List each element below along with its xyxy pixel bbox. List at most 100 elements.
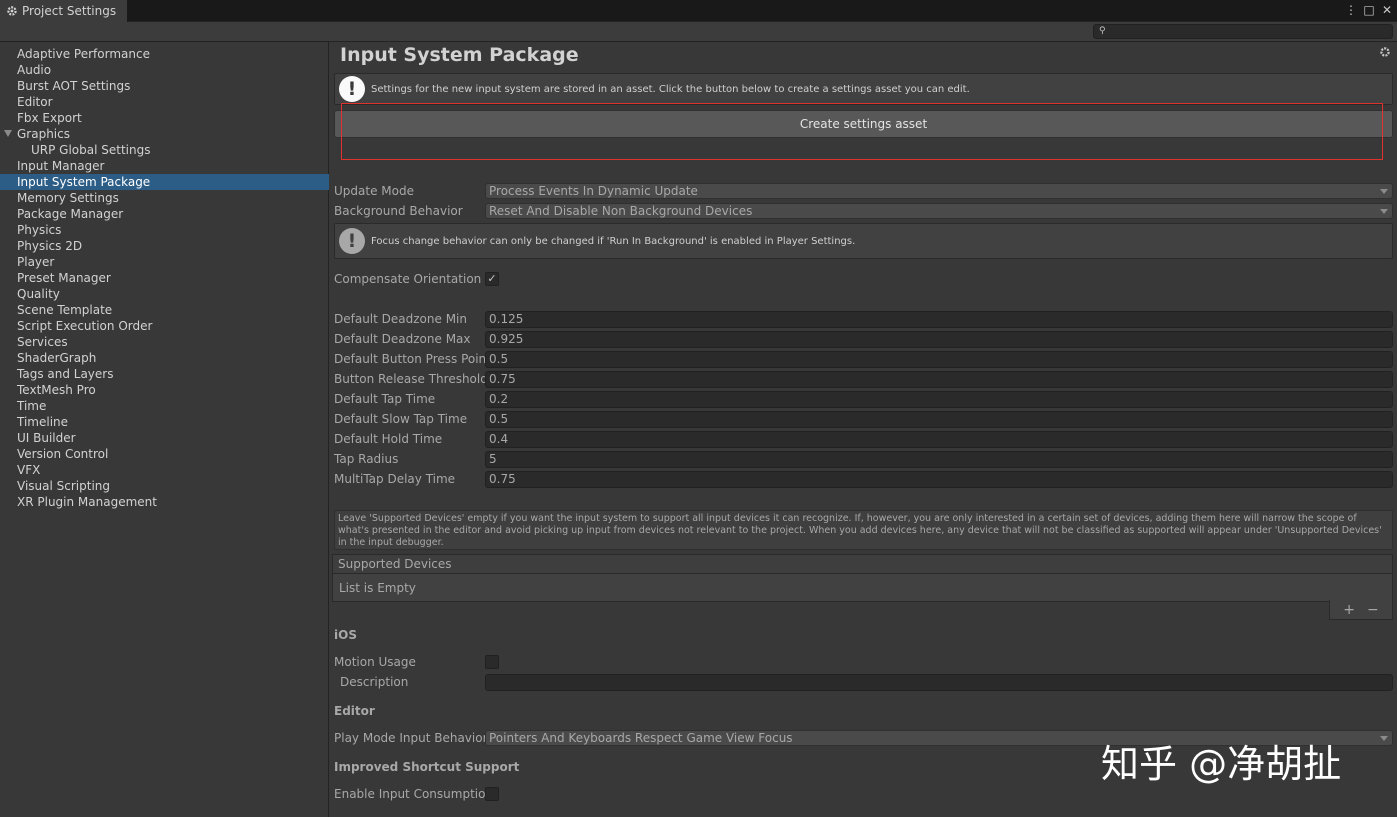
update-mode-label: Update Mode bbox=[334, 184, 414, 198]
background-behavior-dropdown[interactable]: Reset And Disable Non Background Devices bbox=[485, 203, 1393, 219]
warning-icon: ! bbox=[339, 228, 365, 254]
default-button-press-point-field[interactable]: 0.5 bbox=[485, 351, 1393, 368]
enable-input-consumption-label: Enable Input Consumption bbox=[334, 787, 494, 801]
toolbar: ⚲ bbox=[0, 22, 1397, 42]
sidebar-item-quality[interactable]: Quality bbox=[0, 286, 329, 302]
button-release-threshold-label: Button Release Threshold bbox=[334, 372, 488, 386]
create-settings-asset-button[interactable]: Create settings asset bbox=[334, 110, 1393, 138]
default-deadzone-min-field[interactable]: 0.125 bbox=[485, 311, 1393, 328]
default-button-press-point-label: Default Button Press Point bbox=[334, 352, 491, 366]
tab-project-settings[interactable]: Project Settings bbox=[0, 0, 128, 22]
sidebar-item-services[interactable]: Services bbox=[0, 334, 329, 350]
sidebar-item-tags-and-layers[interactable]: Tags and Layers bbox=[0, 366, 329, 382]
sidebar-item-preset-manager[interactable]: Preset Manager bbox=[0, 270, 329, 286]
window-controls: ⋮ □ ✕ bbox=[1345, 3, 1393, 17]
multitap-delay-time-field[interactable]: 0.75 bbox=[485, 471, 1393, 488]
default-hold-time-label: Default Hold Time bbox=[334, 432, 443, 446]
sidebar-item-graphics[interactable]: Graphics bbox=[0, 126, 329, 142]
sidebar-item-script-execution-order[interactable]: Script Execution Order bbox=[0, 318, 329, 334]
focus-help-box: ! Focus change behavior can only be chan… bbox=[334, 223, 1393, 259]
default-slow-tap-time-label: Default Slow Tap Time bbox=[334, 412, 468, 426]
sidebar-item-input-manager[interactable]: Input Manager bbox=[0, 158, 329, 174]
sidebar-item-fbx-export[interactable]: Fbx Export bbox=[0, 110, 329, 126]
supported-devices-list: List is Empty bbox=[332, 574, 1393, 602]
supported-devices-header[interactable]: Supported Devices bbox=[332, 554, 1393, 574]
supported-devices-help: Leave 'Supported Devices' empty if you w… bbox=[334, 510, 1393, 550]
update-mode-dropdown[interactable]: Process Events In Dynamic Update bbox=[485, 183, 1393, 199]
search-input[interactable]: ⚲ bbox=[1093, 24, 1393, 39]
ios-section-header: iOS bbox=[334, 628, 357, 642]
sidebar-item-physics-2d[interactable]: Physics 2D bbox=[0, 238, 329, 254]
asset-help-text: Settings for the new input system are st… bbox=[371, 83, 970, 95]
focus-help-text: Focus change behavior can only be change… bbox=[371, 235, 856, 247]
maximize-icon[interactable]: □ bbox=[1363, 3, 1375, 17]
default-tap-time-label: Default Tap Time bbox=[334, 392, 436, 406]
dropdown-arrow-icon bbox=[1380, 189, 1388, 194]
list-footer: + − bbox=[1329, 600, 1393, 620]
sidebar-item-input-system-package[interactable]: Input System Package bbox=[0, 174, 329, 190]
sidebar-item-editor[interactable]: Editor bbox=[0, 94, 329, 110]
compensate-orientation-label: Compensate Orientation bbox=[334, 272, 482, 286]
sidebar-item-version-control[interactable]: Version Control bbox=[0, 446, 329, 462]
close-icon[interactable]: ✕ bbox=[1381, 3, 1393, 17]
default-deadzone-max-label: Default Deadzone Max bbox=[334, 332, 471, 346]
motion-usage-label: Motion Usage bbox=[334, 655, 416, 669]
sidebar-item-visual-scripting[interactable]: Visual Scripting bbox=[0, 478, 329, 494]
warning-icon: ! bbox=[339, 76, 365, 102]
page-title: Input System Package bbox=[340, 44, 579, 66]
tap-radius-field[interactable]: 5 bbox=[485, 451, 1393, 468]
description-field[interactable] bbox=[485, 674, 1393, 691]
sidebar-item-shadergraph[interactable]: ShaderGraph bbox=[0, 350, 329, 366]
watermark-text: 知乎 @净胡扯 bbox=[1101, 742, 1342, 786]
button-release-threshold-field[interactable]: 0.75 bbox=[485, 371, 1393, 388]
sidebar-item-physics[interactable]: Physics bbox=[0, 222, 329, 238]
default-deadzone-min-label: Default Deadzone Min bbox=[334, 312, 467, 326]
checkmark-icon: ✓ bbox=[487, 272, 497, 285]
enable-input-consumption-checkbox[interactable] bbox=[485, 787, 499, 801]
dropdown-arrow-icon bbox=[1380, 736, 1388, 741]
default-deadzone-max-field[interactable]: 0.925 bbox=[485, 331, 1393, 348]
sidebar-item-burst-aot-settings[interactable]: Burst AOT Settings bbox=[0, 78, 329, 94]
sidebar-item-xr-plugin-management[interactable]: XR Plugin Management bbox=[0, 494, 329, 510]
description-label: Description bbox=[340, 675, 409, 689]
add-item-button[interactable]: + bbox=[1343, 602, 1355, 618]
tab-label: Project Settings bbox=[22, 4, 117, 18]
sidebar-item-label: Graphics bbox=[17, 127, 70, 141]
remove-item-button[interactable]: − bbox=[1367, 602, 1379, 618]
tap-radius-label: Tap Radius bbox=[334, 452, 399, 466]
background-behavior-value: Reset And Disable Non Background Devices bbox=[489, 204, 753, 218]
default-slow-tap-time-field[interactable]: 0.5 bbox=[485, 411, 1393, 428]
sidebar-item-scene-template[interactable]: Scene Template bbox=[0, 302, 329, 318]
asset-help-box: ! Settings for the new input system are … bbox=[334, 73, 1393, 105]
settings-sidebar: Adaptive Performance Audio Burst AOT Set… bbox=[0, 42, 329, 817]
sidebar-item-urp-global-settings[interactable]: URP Global Settings bbox=[0, 142, 329, 158]
dropdown-arrow-icon bbox=[1380, 209, 1388, 214]
motion-usage-checkbox[interactable] bbox=[485, 655, 499, 669]
sidebar-item-memory-settings[interactable]: Memory Settings bbox=[0, 190, 329, 206]
sidebar-item-timeline[interactable]: Timeline bbox=[0, 414, 329, 430]
sidebar-item-ui-builder[interactable]: UI Builder bbox=[0, 430, 329, 446]
play-mode-input-behavior-value: Pointers And Keyboards Respect Game View… bbox=[489, 731, 793, 745]
foldout-expanded-icon[interactable] bbox=[4, 130, 12, 137]
multitap-delay-time-label: MultiTap Delay Time bbox=[334, 472, 456, 486]
sidebar-item-adaptive-performance[interactable]: Adaptive Performance bbox=[0, 46, 329, 62]
more-options-icon[interactable]: ⋮ bbox=[1345, 3, 1357, 17]
sidebar-item-audio[interactable]: Audio bbox=[0, 62, 329, 78]
sidebar-item-vfx[interactable]: VFX bbox=[0, 462, 329, 478]
default-tap-time-field[interactable]: 0.2 bbox=[485, 391, 1393, 408]
improved-shortcut-support-header: Improved Shortcut Support bbox=[334, 760, 520, 774]
sidebar-item-textmesh-pro[interactable]: TextMesh Pro bbox=[0, 382, 329, 398]
default-hold-time-field[interactable]: 0.4 bbox=[485, 431, 1393, 448]
gear-icon bbox=[7, 6, 17, 16]
update-mode-value: Process Events In Dynamic Update bbox=[489, 184, 698, 198]
settings-main-panel: Input System Package ! Settings for the … bbox=[330, 42, 1397, 817]
tab-bar: Project Settings ⋮ □ ✕ bbox=[0, 0, 1397, 22]
play-mode-input-behavior-label: Play Mode Input Behavior bbox=[334, 731, 488, 745]
sidebar-item-player[interactable]: Player bbox=[0, 254, 329, 270]
editor-section-header: Editor bbox=[334, 704, 375, 718]
compensate-orientation-checkbox[interactable]: ✓ bbox=[485, 272, 499, 286]
sidebar-item-package-manager[interactable]: Package Manager bbox=[0, 206, 329, 222]
sidebar-item-time[interactable]: Time bbox=[0, 398, 329, 414]
settings-gear-icon[interactable] bbox=[1379, 46, 1391, 58]
background-behavior-label: Background Behavior bbox=[334, 204, 463, 218]
